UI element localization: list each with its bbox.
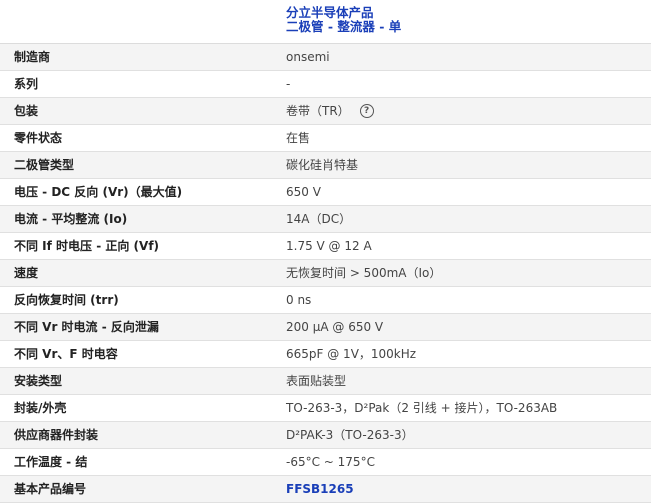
- spec-table: 制造商 onsemi 系列 - 包装 卷带（TR）? 零件状态 在售 二极管类型…: [0, 44, 651, 503]
- spec-row-part-status: 零件状态 在售: [0, 125, 651, 152]
- spec-row-supplier-package: 供应商器件封装 D²PAK-3（TO-263-3）: [0, 422, 651, 449]
- spec-label: 速度: [14, 266, 39, 280]
- spec-label: 包装: [14, 104, 39, 118]
- spec-label: 系列: [14, 77, 39, 91]
- spec-row-speed: 速度 无恢复时间 > 500mA（Io）: [0, 260, 651, 287]
- spec-row-forward-voltage: 不同 If 时电压 - 正向 (Vf) 1.75 V @ 12 A: [0, 233, 651, 260]
- spec-row-package-case: 封装/外壳 TO-263-3，D²Pak（2 引线 + 接片），TO-263AB: [0, 395, 651, 422]
- spec-value: -65°C ~ 175°C: [286, 455, 375, 469]
- spec-row-packaging: 包装 卷带（TR）?: [0, 98, 651, 125]
- spec-row-dc-reverse-voltage: 电压 - DC 反向 (Vr)（最大值) 650 V: [0, 179, 651, 206]
- spec-value: -: [286, 77, 291, 91]
- category-header: 分立半导体产品 二极管 - 整流器 - 单: [0, 0, 651, 44]
- spec-label: 反向恢复时间 (trr): [14, 293, 119, 307]
- spec-row-reverse-recovery-time: 反向恢复时间 (trr) 0 ns: [0, 287, 651, 314]
- category-link-discrete-semiconductors[interactable]: 分立半导体产品: [286, 6, 374, 20]
- spec-value: D²PAK-3（TO-263-3）: [286, 428, 414, 442]
- question-circle-icon[interactable]: ?: [359, 103, 374, 118]
- spec-label: 供应商器件封装: [14, 428, 99, 442]
- spec-label: 封装/外壳: [14, 401, 67, 415]
- spec-row-avg-rectified-current: 电流 - 平均整流 (Io) 14A（DC）: [0, 206, 651, 233]
- spec-row-mounting-type: 安装类型 表面贴装型: [0, 368, 651, 395]
- spec-value: 0 ns: [286, 293, 312, 307]
- spec-value: 表面贴装型: [286, 374, 347, 388]
- spec-value: 无恢复时间 > 500mA（Io）: [286, 266, 442, 280]
- spec-row-reverse-leakage: 不同 Vr 时电流 - 反向泄漏 200 µA @ 650 V: [0, 314, 651, 341]
- spec-value: 200 µA @ 650 V: [286, 320, 384, 334]
- spec-value: 在售: [286, 131, 311, 145]
- spec-row-operating-temperature: 工作温度 - 结 -65°C ~ 175°C: [0, 449, 651, 476]
- spec-value: TO-263-3，D²Pak（2 引线 + 接片），TO-263AB: [286, 401, 558, 415]
- spec-row-diode-type: 二极管类型 碳化硅肖特基: [0, 152, 651, 179]
- spec-value: onsemi: [286, 50, 330, 64]
- spec-label: 二极管类型: [14, 158, 75, 172]
- category-link-diode-rectifiers-single[interactable]: 二极管 - 整流器 - 单: [286, 20, 401, 34]
- spec-label: 安装类型: [14, 374, 63, 388]
- spec-row-base-part-number: 基本产品编号 FFSB1265: [0, 476, 651, 503]
- base-part-number-link[interactable]: FFSB1265: [286, 476, 354, 502]
- spec-label: 电压 - DC 反向 (Vr)（最大值): [14, 185, 183, 199]
- spec-value: 1.75 V @ 12 A: [286, 239, 372, 253]
- spec-row-manufacturer: 制造商 onsemi: [0, 44, 651, 71]
- spec-label: 工作温度 - 结: [14, 455, 88, 469]
- spec-row-series: 系列 -: [0, 71, 651, 98]
- spec-value: 665pF @ 1V，100kHz: [286, 347, 417, 361]
- spec-value: 卷带（TR）?: [286, 98, 374, 124]
- spec-label: 制造商: [14, 50, 51, 64]
- product-attributes-page: 分立半导体产品 二极管 - 整流器 - 单 制造商 onsemi 系列 - 包装…: [0, 0, 651, 503]
- spec-value-text: 卷带（TR）: [286, 104, 350, 118]
- spec-label: 电流 - 平均整流 (Io): [14, 212, 128, 226]
- spec-row-capacitance: 不同 Vr、F 时电容 665pF @ 1V，100kHz: [0, 341, 651, 368]
- spec-value: 碳化硅肖特基: [286, 158, 359, 172]
- spec-label: 基本产品编号: [14, 482, 87, 496]
- spec-label: 不同 Vr、F 时电容: [14, 347, 118, 361]
- spec-label: 不同 Vr 时电流 - 反向泄漏: [14, 320, 159, 334]
- spec-value: 14A（DC）: [286, 212, 352, 226]
- spec-label: 零件状态: [14, 131, 63, 145]
- spec-label: 不同 If 时电压 - 正向 (Vf): [14, 239, 160, 253]
- spec-value: 650 V: [286, 185, 321, 199]
